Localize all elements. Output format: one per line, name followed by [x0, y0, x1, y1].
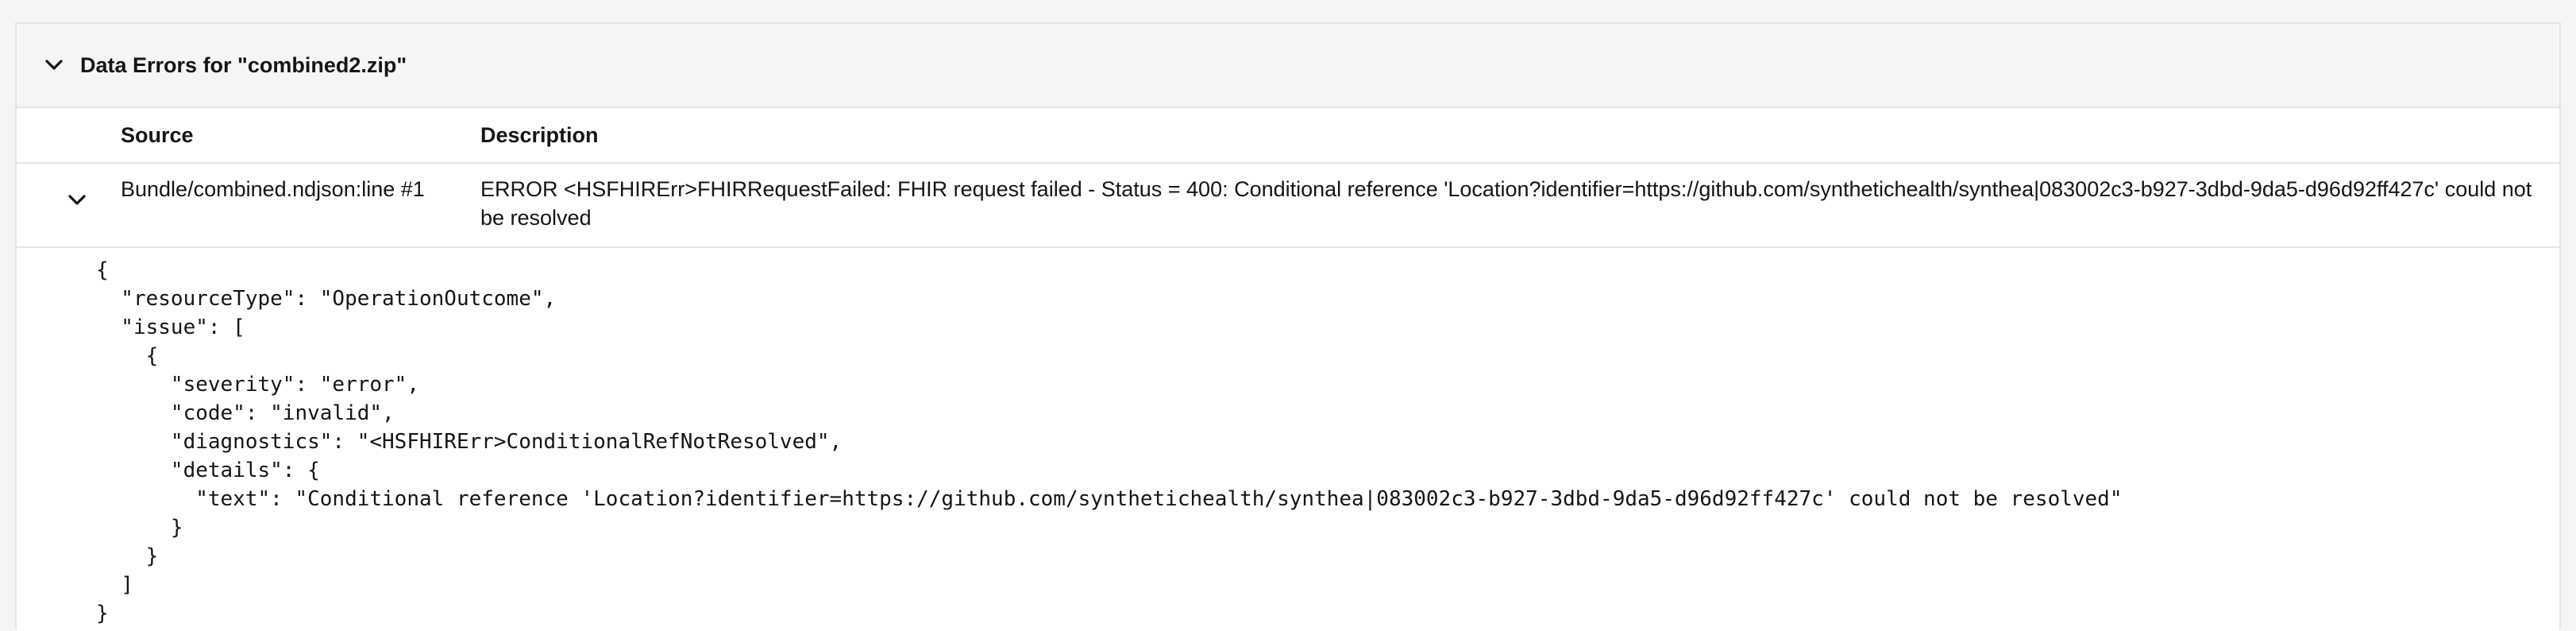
- panel-header-toggle[interactable]: Data Errors for "combined2.zip": [17, 24, 2559, 108]
- row-description-cell: ERROR <HSFHIRErr>FHIRRequestFailed: FHIR…: [480, 177, 2532, 230]
- column-header-source[interactable]: Source: [121, 108, 194, 162]
- panel-title: Data Errors for "combined2.zip": [80, 52, 407, 77]
- page-background: Data Errors for "combined2.zip" Source D…: [0, 0, 2576, 631]
- chevron-down-icon[interactable]: [40, 52, 67, 79]
- chevron-down-icon[interactable]: [67, 190, 87, 215]
- row-source-cell: Bundle/combined.ndjson:line #1: [121, 177, 425, 201]
- column-header-description[interactable]: Description: [480, 108, 599, 162]
- row-details-json: { "resourceType": "OperationOutcome", "i…: [17, 248, 2559, 631]
- operation-outcome-json: { "resourceType": "OperationOutcome", "i…: [96, 258, 2123, 625]
- data-errors-panel: Data Errors for "combined2.zip" Source D…: [15, 22, 2561, 631]
- table-header-row: Source Description: [17, 108, 2559, 164]
- row-expand-toggle[interactable]: [58, 183, 96, 221]
- table-row: Bundle/combined.ndjson:line #1 ERROR <HS…: [17, 164, 2559, 248]
